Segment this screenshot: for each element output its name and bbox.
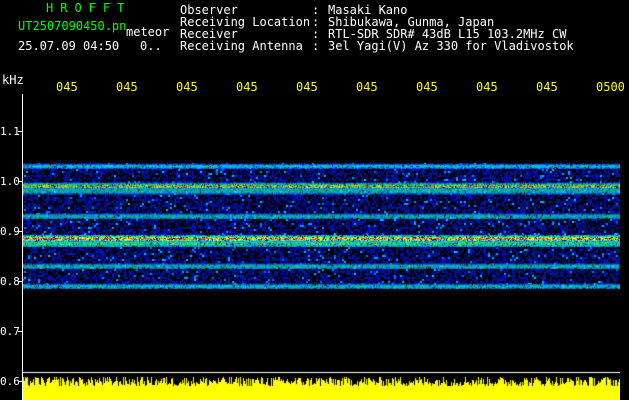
- x-tick-label: 045: [176, 80, 198, 94]
- y-axis-label: kHz: [2, 73, 24, 87]
- filename-suffix: meteor: [126, 25, 170, 39]
- x-tick-label: 045: [56, 80, 78, 94]
- y-axis-line: [22, 94, 23, 400]
- y-tick-label: 1.1: [0, 125, 20, 138]
- y-tick-label: 0.7: [0, 325, 20, 338]
- spectrogram-plot: [22, 94, 620, 400]
- x-tick-label: 045: [536, 80, 558, 94]
- x-tick-label: 045: [356, 80, 378, 94]
- antenna-label: Receiving Antenna: [180, 39, 303, 53]
- datetime-extra: 0..: [140, 39, 162, 53]
- x-tick-label: 045: [296, 80, 318, 94]
- x-tick-label: 0500: [596, 80, 625, 94]
- x-tick-label: 045: [236, 80, 258, 94]
- hrofft-screen: HROFFT UT2507090450.pn meteor 25.07.09 0…: [0, 0, 629, 400]
- x-tick-label: 045: [416, 80, 438, 94]
- antenna-value: 3el Yagi(V) Az 330 for Vladivostok: [328, 39, 574, 53]
- datetime: 25.07.09 04:50: [18, 39, 120, 53]
- brand-title: HROFFT: [46, 1, 132, 15]
- y-tick-label: 0.9: [0, 225, 20, 238]
- antenna-colon: :: [312, 39, 320, 53]
- filename: UT2507090450.pn: [18, 19, 127, 33]
- x-tick-label: 045: [476, 80, 498, 94]
- x-tick-label: 045: [116, 80, 138, 94]
- y-tick-label: 1.0: [0, 175, 20, 188]
- y-tick-label: 0.6: [0, 375, 20, 388]
- y-tick-label: 0.8: [0, 275, 20, 288]
